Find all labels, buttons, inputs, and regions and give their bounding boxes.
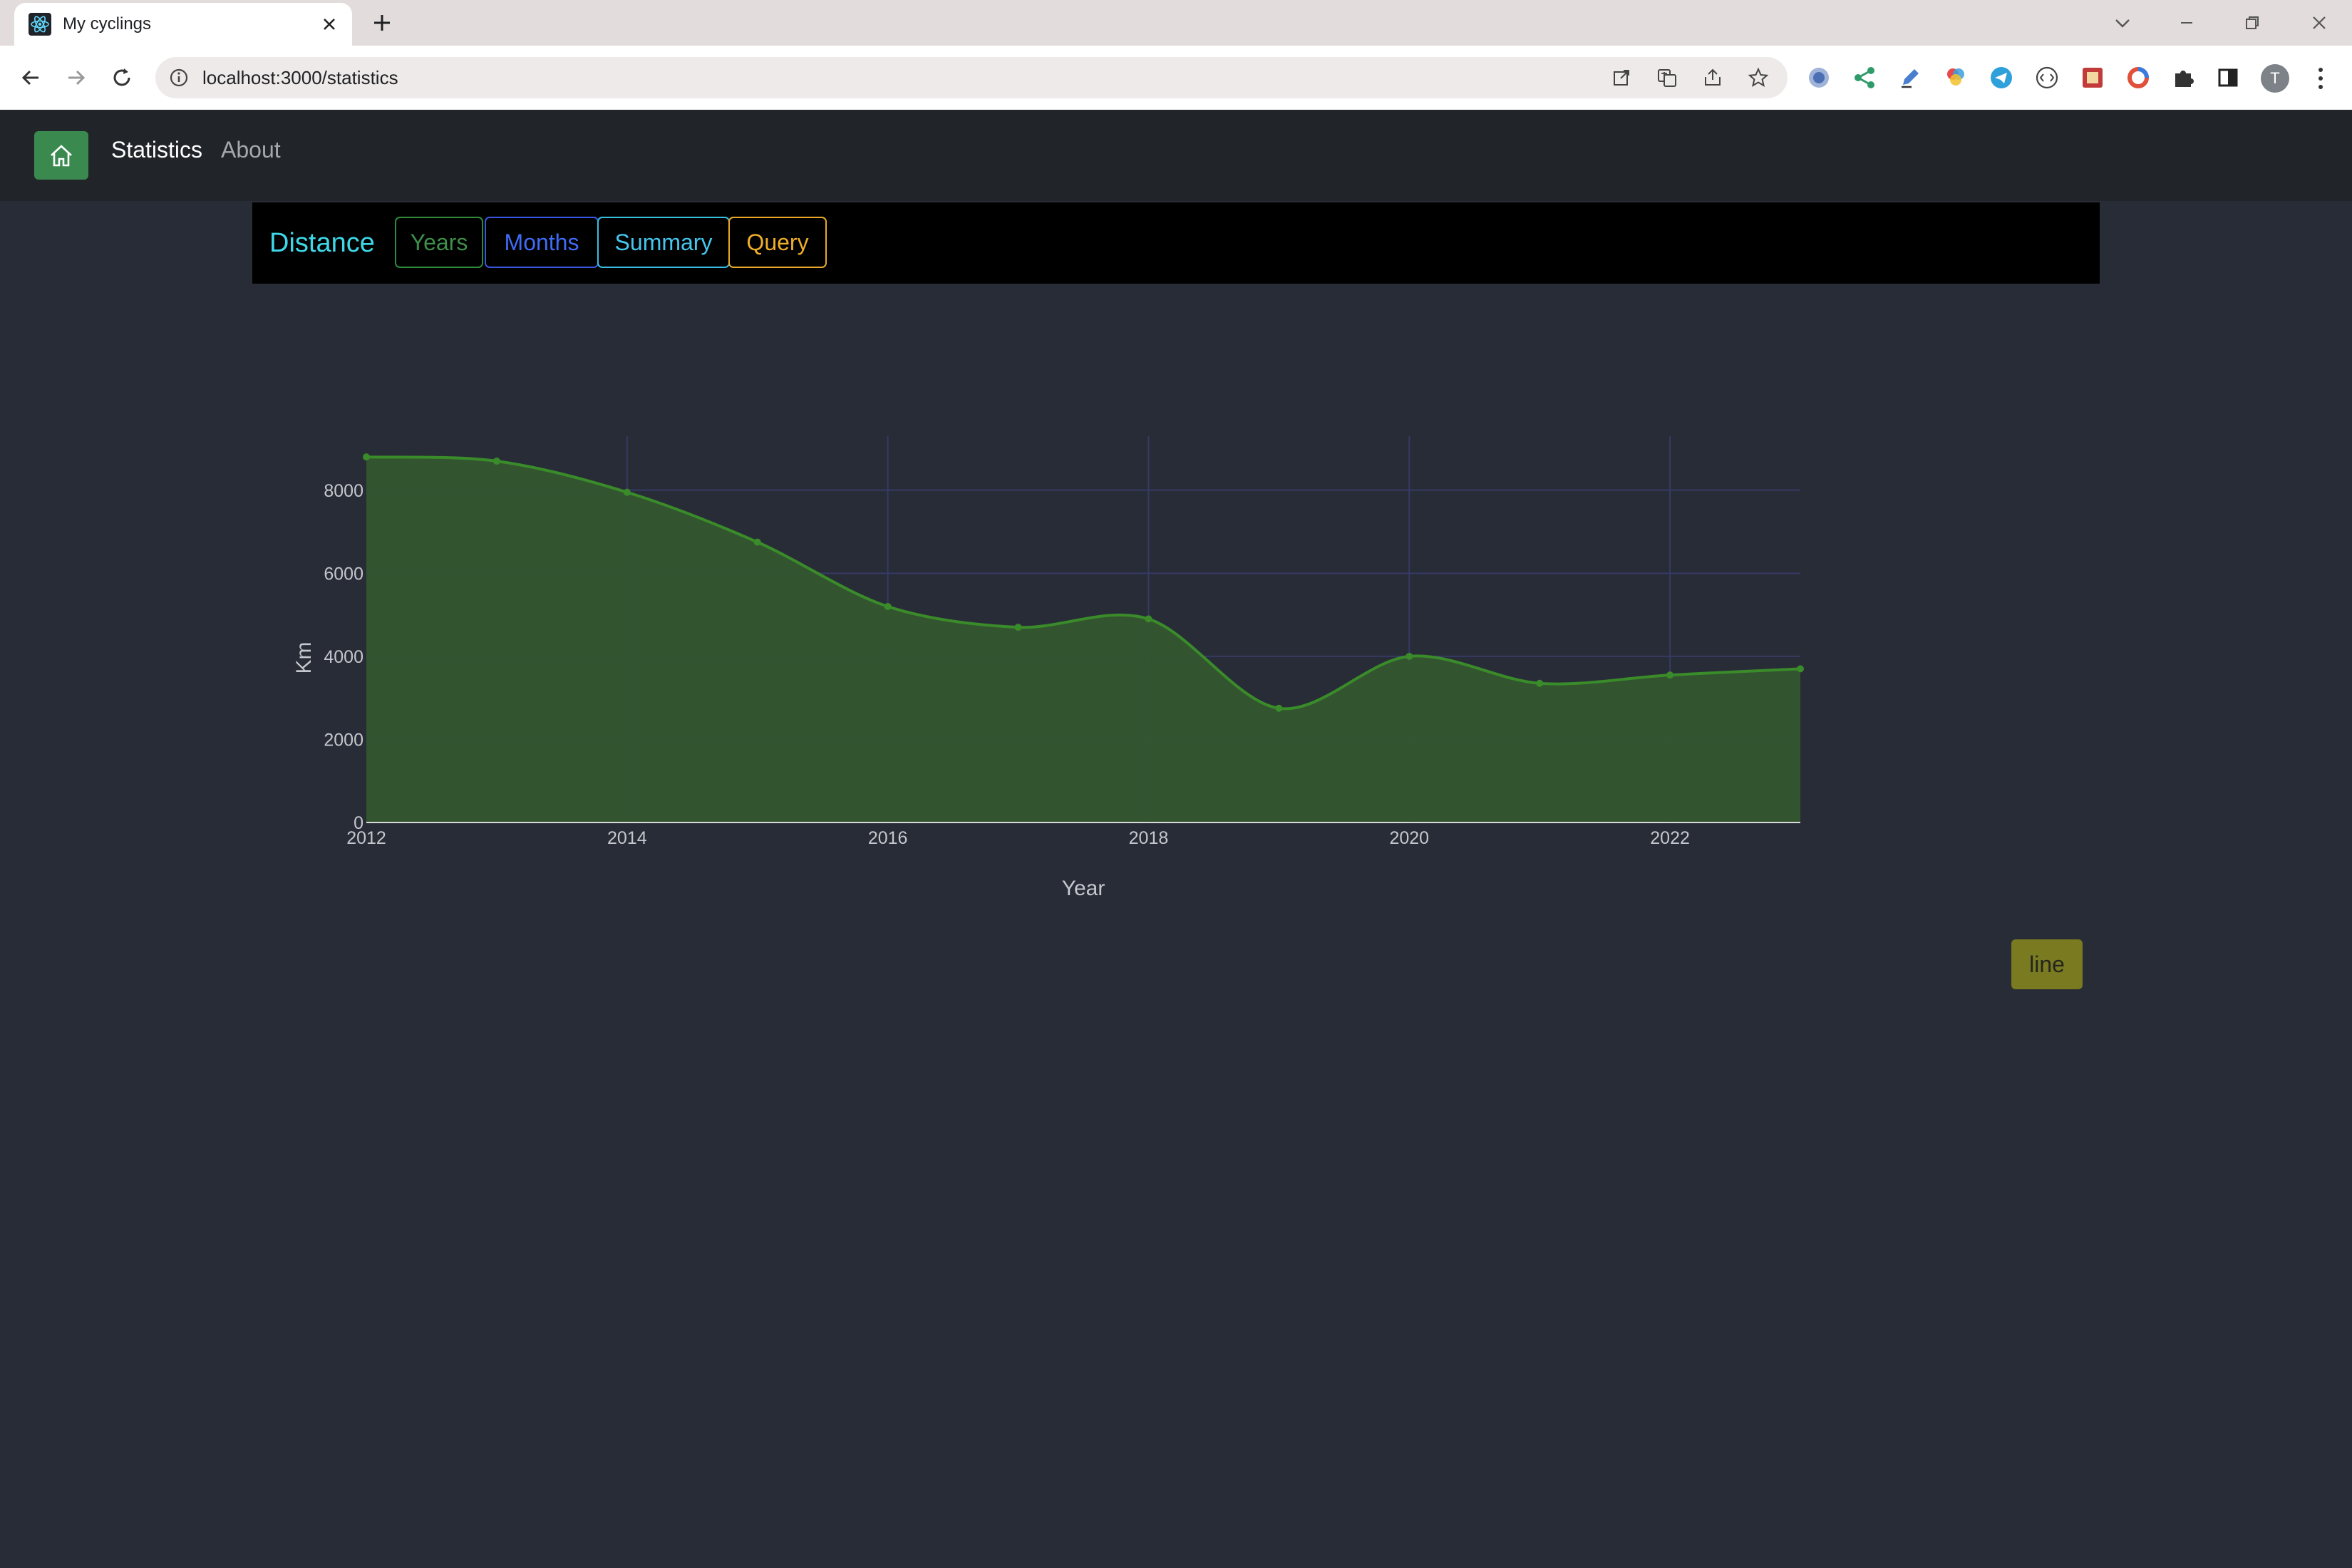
data-point [1797, 665, 1804, 673]
tab-search-chevron-icon[interactable] [2110, 10, 2135, 36]
x-tick-label: 2012 [346, 828, 386, 848]
new-tab-icon[interactable] [371, 11, 393, 34]
tab-summary[interactable]: Summary [597, 217, 730, 268]
extension-game-icon[interactable] [2080, 65, 2105, 91]
extension-share-icon[interactable] [1852, 65, 1877, 91]
data-point [363, 453, 370, 461]
nav-link-statistics[interactable]: Statistics [111, 137, 202, 163]
distance-area-chart[interactable]: 2012 2014 2016 2018 2020 2022 0 2000 4000 6000 800… [271, 413, 1867, 927]
y-tick-label: 0 [354, 813, 363, 833]
browser-menu-icon[interactable] [2314, 64, 2328, 93]
stats-tab-bar: Distance Years Months Summary Query [252, 202, 2100, 284]
y-tick-label: 8000 [324, 481, 363, 501]
home-icon [51, 145, 72, 167]
close-window-icon[interactable] [2306, 10, 2332, 36]
react-favicon-icon [29, 13, 51, 36]
data-point [1666, 671, 1674, 679]
extension-ie-icon[interactable] [1806, 65, 1832, 91]
data-point [623, 488, 631, 496]
minimize-icon[interactable] [2174, 10, 2199, 36]
extension-color-icon[interactable] [1943, 65, 1969, 91]
browser-toolbar: localhost:3000/statistics T [0, 46, 2352, 111]
url-text: localhost:3000/statistics [202, 67, 398, 88]
profile-avatar[interactable]: T [2261, 64, 2289, 93]
x-tick-label: 2020 [1389, 828, 1429, 848]
home-button[interactable] [34, 131, 88, 180]
x-tick-label: 2022 [1650, 828, 1690, 848]
tab-months[interactable]: Months [485, 217, 599, 268]
data-point [1145, 615, 1152, 623]
extension-ring-icon[interactable] [2125, 65, 2151, 91]
data-point [1536, 679, 1544, 687]
close-tab-icon[interactable] [319, 14, 339, 34]
app-navbar: Statistics About [0, 110, 2352, 201]
extension-pen-icon[interactable] [1897, 65, 1923, 91]
chart-type-line-button[interactable]: line [2011, 939, 2083, 989]
tab-query[interactable]: Query [728, 217, 827, 268]
extension-code-icon[interactable] [2034, 65, 2060, 91]
data-point [1275, 704, 1283, 712]
address-bar[interactable]: localhost:3000/statistics [155, 57, 1788, 98]
x-tick-label: 2018 [1129, 828, 1169, 848]
y-tick-label: 4000 [324, 647, 363, 667]
tab-years[interactable]: Years [395, 217, 483, 268]
browser-tab[interactable]: My cyclings [14, 3, 352, 46]
area-fill [366, 457, 1800, 822]
bookmark-star-icon[interactable] [1748, 67, 1769, 88]
x-tick-label: 2014 [607, 828, 647, 848]
data-point [884, 602, 892, 610]
data-point [753, 538, 761, 546]
open-in-app-icon[interactable] [1611, 67, 1632, 88]
translate-icon[interactable] [1656, 67, 1678, 88]
y-tick-label: 2000 [324, 730, 363, 750]
extensions-puzzle-icon[interactable] [2171, 65, 2197, 91]
data-point [492, 457, 500, 465]
back-arrow-icon[interactable] [17, 64, 44, 91]
data-point [1014, 624, 1022, 631]
x-axis-title: Year [1062, 877, 1105, 900]
restore-icon[interactable] [2239, 10, 2265, 36]
tab-title: My cyclings [63, 14, 152, 33]
browser-tabstrip: My cyclings [0, 0, 2352, 46]
site-info-icon[interactable] [168, 67, 190, 88]
nav-link-about[interactable]: About [221, 137, 281, 163]
extension-telegram-icon[interactable] [1989, 65, 2014, 91]
forward-arrow-icon[interactable] [63, 64, 90, 91]
y-tick-label: 6000 [324, 564, 363, 584]
x-tick-label: 2016 [868, 828, 908, 848]
data-point [1405, 652, 1413, 660]
panel-title: Distance [269, 228, 375, 258]
y-axis-title: Km [292, 642, 316, 674]
reload-icon[interactable] [108, 64, 135, 91]
side-panel-icon[interactable] [2215, 65, 2241, 91]
share-icon[interactable] [1702, 67, 1723, 88]
